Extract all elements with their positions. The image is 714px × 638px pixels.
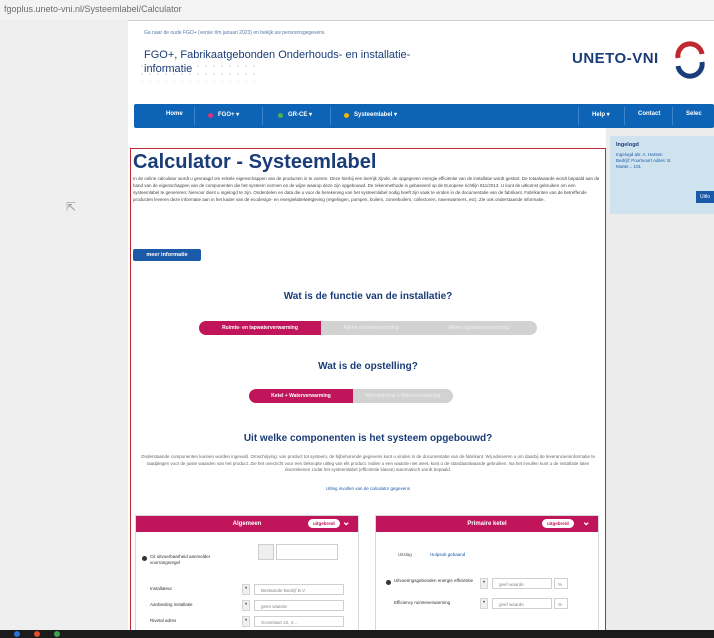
nav-item-help[interactable]: Help ▾ [592,111,610,118]
nav-item-contact[interactable]: Contact [638,111,660,117]
fgo-dot-icon [208,113,213,118]
offer-input[interactable]: geen waarde [254,600,344,611]
top-note-link[interactable]: Ga naar de oude FGO+ (versie t/m januari… [144,30,325,36]
option-alleen-ruimte[interactable]: Alleen ruimteverwarming [321,321,421,335]
start-icon[interactable] [14,631,20,637]
login-details: Ingelogd als: A. Harsen Bedrijf: Poortvo… [616,152,672,169]
intro-text: In de online calculator wordt u gevraagd… [133,176,600,202]
panel-badge[interactable]: uitgebreid [308,519,340,528]
question-function: Wat is de functie van de installatie? [283,291,453,302]
systeemlabel-dot-icon [344,113,349,118]
bullet-icon: • [480,598,488,609]
mouse-cursor-icon: ⇱ [66,200,77,214]
components-description: Onderstaande componenten kunnen worden i… [140,454,596,472]
tab-uitslag[interactable]: Uitslag [398,552,412,557]
browser-icon[interactable] [34,631,40,637]
panel-badge[interactable]: uitgebreid [542,519,574,528]
calculator-content: Calculator - Systeemlabel In de online c… [130,148,606,632]
bullet-icon: • [480,578,488,589]
nav-item-fgo[interactable]: FGO+ ▾ [218,111,239,118]
nav-item-select[interactable]: Selec [686,111,702,117]
option-alleen-tapwater[interactable]: Alleen tapwaterverwarming [421,321,537,335]
nav-divider [194,107,195,125]
bullet-icon: • [242,616,250,627]
browser-address-bar[interactable]: fgoplus.uneto-vni.nl/Systeemlabel/Calcul… [0,0,714,21]
main-navigation: Home FGO+ ▾ GR-CE ▾ Systeemlabel ▾ Help … [134,104,714,128]
login-heading: Ingelogd [616,142,639,148]
field-label: Installateur [150,586,173,591]
percent-unit: % [554,598,568,609]
heating-efficiency-input[interactable]: geef waarde [492,598,552,609]
nav-item-home[interactable]: Home [166,111,183,117]
page-title: Calculator - Systeemlabel [133,151,377,173]
field-label: Aanbieding installatie [150,602,193,607]
nav-item-systeemlabel[interactable]: Systeemlabel ▾ [354,111,397,118]
field-label: Cit uitvoerbaarheid aanmelder voorrangsr… [150,554,211,565]
brand-logo-icon [675,41,705,79]
bullet-icon: • [242,584,250,595]
grce-dot-icon [278,113,283,118]
chevron-down-icon[interactable]: ⌄ [342,517,350,528]
nav-divider [624,107,625,125]
nav-divider [672,107,673,125]
field-label: Efficiency ruimteverwarming [394,600,451,605]
url-text[interactable]: fgoplus.uneto-vni.nl/Systeemlabel/Calcul… [4,4,182,14]
panel-algemeen: Algemeen uitgebreid ⌄ Cit uitvoerbaarhei… [135,515,359,631]
option-ketel-water[interactable]: Ketel + Waterverwarming [249,389,353,403]
address-input[interactable]: Groenlaan 22, 4... [254,616,344,627]
brand-logo-text[interactable]: UNETO-VNI [572,50,659,67]
taskbar [0,630,714,638]
nav-divider [262,107,263,125]
app-icon[interactable] [54,631,60,637]
nav-divider [578,107,579,125]
option-warmtepomp-water[interactable]: Warmtepomp + Waterverwarming [353,389,453,403]
components-help-link[interactable]: Uitleg invullen van de calculator gegeve… [131,486,605,491]
question-setup: Wat is de opstelling? [318,361,418,372]
left-margin [0,20,128,630]
toggle-field[interactable] [258,544,274,560]
installer-input[interactable]: Bestaande Bedrijf B.V. [254,584,344,595]
bullet-icon: • [242,600,250,611]
chevron-down-icon[interactable]: ⌄ [582,517,590,528]
login-box: Ingelogd Ingelogd als: A. Harsen Bedrijf… [610,136,714,214]
option-ruimte-tapwater[interactable]: Ruimte- en tapwaterverwarming [199,321,321,335]
energy-efficiency-input[interactable]: geef waarde [492,578,552,589]
logout-button[interactable]: Uitlo [696,191,714,203]
field-label: Rivetal adres [150,618,177,623]
nav-divider [330,107,331,125]
radio-icon[interactable] [386,580,391,585]
percent-unit: % [554,578,568,589]
nav-item-grce[interactable]: GR-CE ▾ [288,111,312,118]
radio-icon[interactable] [142,556,147,561]
question-components: Uit welke componenten is het systeem opg… [243,433,493,444]
tab-hulpsub[interactable]: Hulpsub gebaand [430,552,465,557]
site-name: FGO+, Fabrikaatgebonden Onderhouds- en i… [144,49,411,75]
field-label: Uitvoeringsgebonden energie efficiëntie [394,578,473,583]
panel-primaire-ketel: Primaire ketel uitgebreid ⌄ Uitslag Hulp… [375,515,599,631]
text-field[interactable] [276,544,338,560]
more-info-button[interactable]: meer informatie [133,249,201,261]
